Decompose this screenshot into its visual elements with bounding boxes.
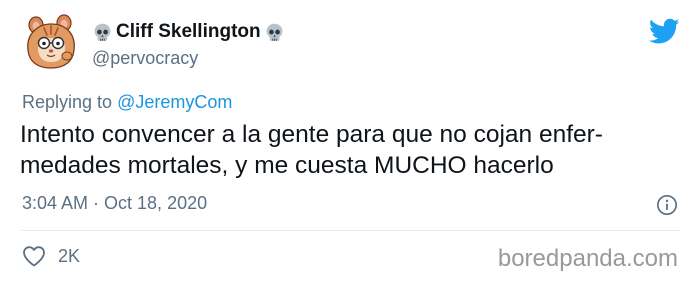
divider <box>20 230 680 231</box>
tweet-card: Cliff Skellington @pervocracy Replying t… <box>0 0 700 284</box>
display-name-text: Cliff Skellington <box>116 21 261 42</box>
tweet-timestamp[interactable]: 3:04 AM · Oct 18, 2020 <box>22 192 207 214</box>
skull-icon <box>92 22 113 43</box>
tweet-text-line: medades mortales, y me cuesta MUCHO hace… <box>20 152 554 179</box>
display-name[interactable]: Cliff Skellington <box>92 20 285 44</box>
cartoon-hamster-avatar-icon <box>20 10 82 72</box>
replying-to: Replying to @JeremyCom <box>22 91 232 113</box>
like-button[interactable]: 2K <box>22 245 80 267</box>
tweet-text: Intento convencer a la gente para que no… <box>20 119 690 181</box>
skull-icon <box>264 22 285 43</box>
reply-mention-link[interactable]: @JeremyCom <box>117 92 232 112</box>
user-handle[interactable]: @pervocracy <box>92 47 285 69</box>
twitter-bird-icon[interactable] <box>649 18 680 45</box>
heart-icon <box>23 246 45 267</box>
info-icon[interactable] <box>656 194 678 216</box>
author-block[interactable]: Cliff Skellington @pervocracy <box>92 20 285 69</box>
like-count: 2K <box>58 246 81 266</box>
tweet-text-line: Intento convencer a la gente para que no… <box>20 121 603 148</box>
avatar[interactable] <box>20 10 82 72</box>
watermark: boredpanda.com <box>497 245 678 272</box>
replying-to-label: Replying to <box>22 92 118 112</box>
